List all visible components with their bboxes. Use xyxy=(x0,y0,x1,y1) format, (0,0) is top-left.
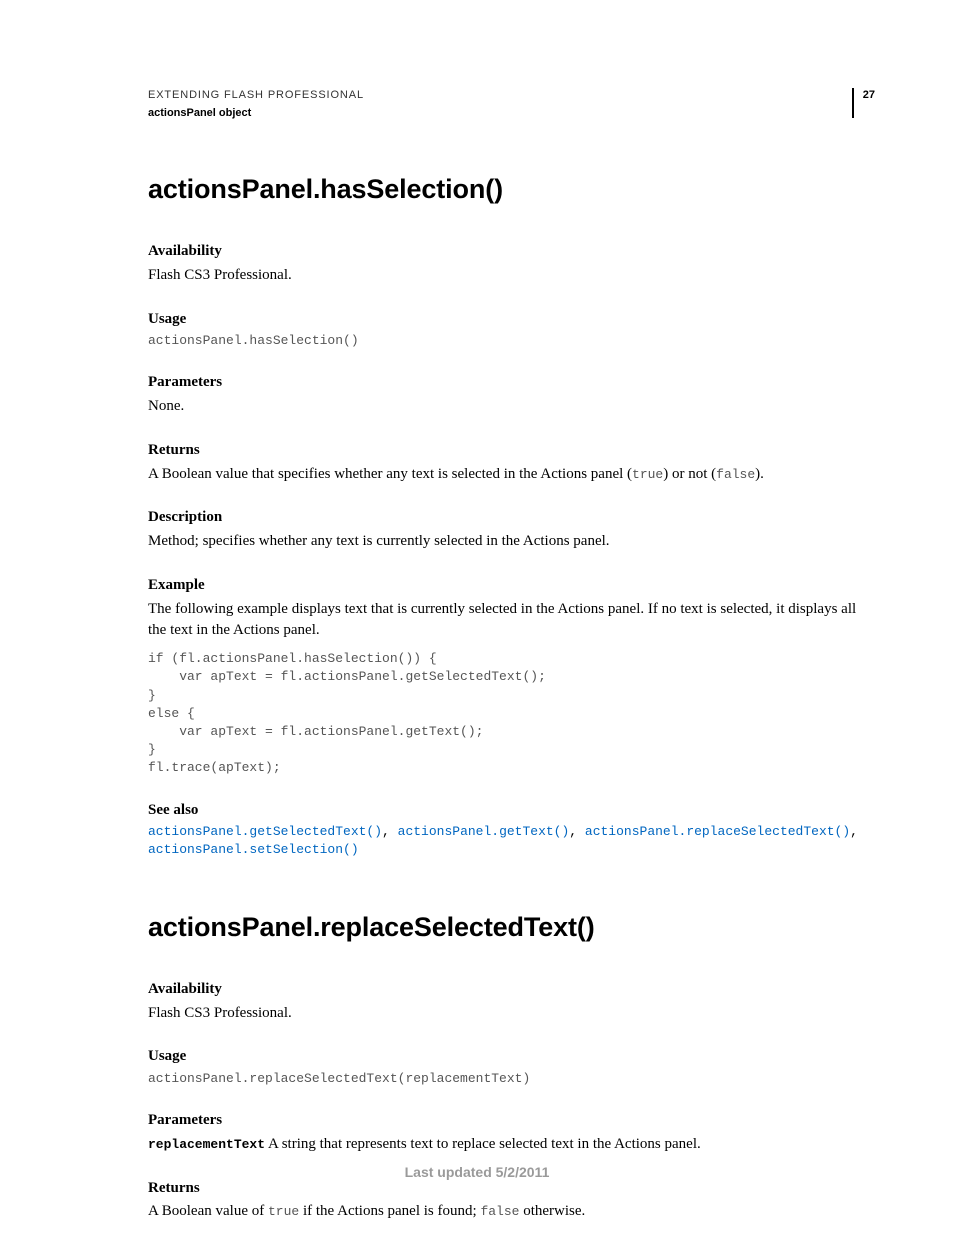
parameters-label: Parameters xyxy=(148,372,864,394)
returns-false: false xyxy=(480,1204,519,1219)
returns-mid: if the Actions panel is found; xyxy=(299,1203,480,1219)
description-text: Method; specifies whether any text is cu… xyxy=(148,531,864,553)
example-label: Example xyxy=(148,575,864,597)
returns-label: Returns xyxy=(148,440,864,462)
running-header: EXTENDING FLASH PROFESSIONAL actionsPane… xyxy=(148,88,864,122)
returns-false: false xyxy=(716,467,755,482)
param-name: replacementText xyxy=(148,1137,265,1152)
availability-label: Availability xyxy=(148,241,864,263)
link-setselection[interactable]: actionsPanel.setSelection() xyxy=(148,842,359,857)
usage-code: actionsPanel.replaceSelectedText(replace… xyxy=(148,1070,864,1088)
returns-mid: ) or not ( xyxy=(663,466,716,482)
returns-post: otherwise. xyxy=(519,1203,585,1219)
parameters-text: None. xyxy=(148,396,864,418)
usage-code: actionsPanel.hasSelection() xyxy=(148,332,864,350)
description-label: Description xyxy=(148,507,864,529)
footer-last-updated: Last updated 5/2/2011 xyxy=(0,1162,954,1182)
returns-true: true xyxy=(632,467,663,482)
parameters-label: Parameters xyxy=(148,1110,864,1132)
usage-label: Usage xyxy=(148,309,864,331)
seealso-links: actionsPanel.getSelectedText(), actionsP… xyxy=(148,823,864,859)
returns-pre: A Boolean value that specifies whether a… xyxy=(148,466,632,482)
example-text: The following example displays text that… xyxy=(148,599,864,643)
availability-text: Flash CS3 Professional. xyxy=(148,1003,864,1025)
topic-title: actionsPanel.hasSelection() xyxy=(148,170,864,209)
returns-text: A Boolean value that specifies whether a… xyxy=(148,464,864,486)
page-body: EXTENDING FLASH PROFESSIONAL actionsPane… xyxy=(0,0,954,1223)
header-doc-title: EXTENDING FLASH PROFESSIONAL xyxy=(148,88,864,104)
parameters-text: replacementText A string that represents… xyxy=(148,1134,864,1156)
seealso-label: See also xyxy=(148,800,864,822)
returns-post: ). xyxy=(755,466,764,482)
availability-text: Flash CS3 Professional. xyxy=(148,265,864,287)
link-replaceselectedtext[interactable]: actionsPanel.replaceSelectedText() xyxy=(585,824,850,839)
link-gettext[interactable]: actionsPanel.getText() xyxy=(398,824,570,839)
link-getselectedtext[interactable]: actionsPanel.getSelectedText() xyxy=(148,824,382,839)
param-desc: A string that represents text to replace… xyxy=(265,1136,701,1152)
example-code: if (fl.actionsPanel.hasSelection()) { va… xyxy=(148,650,864,777)
topic-has-selection: actionsPanel.hasSelection() Availability… xyxy=(148,170,864,860)
header-section: actionsPanel object xyxy=(148,106,864,122)
returns-text: A Boolean value of true if the Actions p… xyxy=(148,1201,864,1223)
returns-true: true xyxy=(268,1204,299,1219)
usage-label: Usage xyxy=(148,1046,864,1068)
returns-pre: A Boolean value of xyxy=(148,1203,268,1219)
topic-title: actionsPanel.replaceSelectedText() xyxy=(148,908,864,947)
availability-label: Availability xyxy=(148,979,864,1001)
